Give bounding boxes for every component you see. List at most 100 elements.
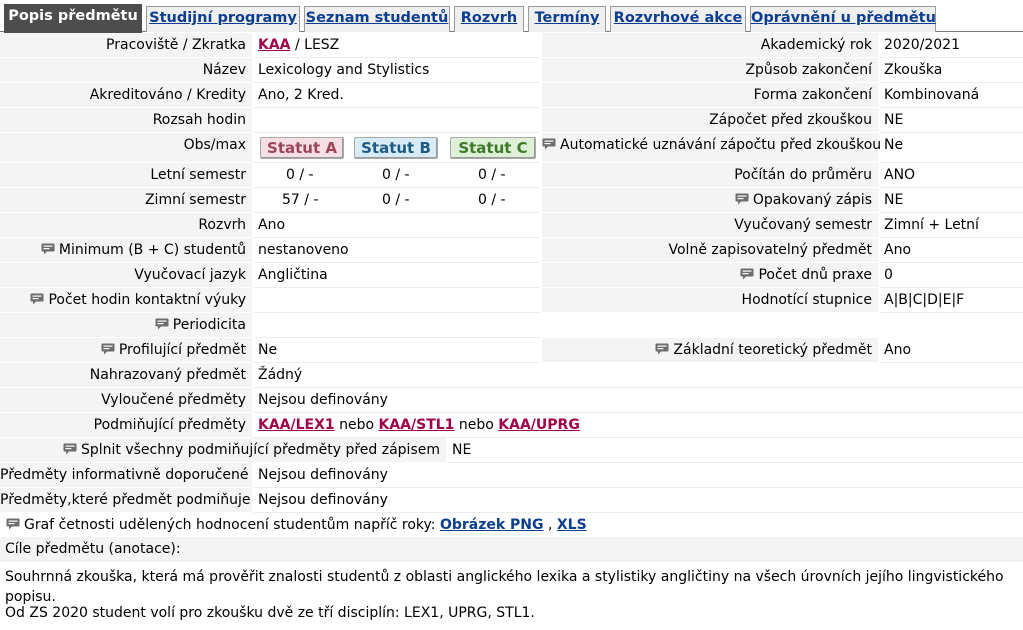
praxe-value: 0 bbox=[880, 263, 1023, 288]
inform-label: Předměty informativně doporučené bbox=[0, 463, 252, 488]
speech-bubble-icon[interactable] bbox=[735, 193, 749, 205]
ktere-value: Nejsou definovány bbox=[254, 488, 1023, 513]
zimni-values: 57 / - 0 / - 0 / - bbox=[254, 188, 540, 213]
volne-label: Volně zapisovatelný předmět bbox=[542, 238, 878, 263]
kontakt-label-text: Počet hodin kontaktní výuky bbox=[48, 292, 246, 308]
speech-bubble-icon[interactable] bbox=[30, 293, 44, 305]
speech-bubble-icon[interactable] bbox=[155, 318, 169, 330]
annotation-paragraph-1: Souhrnná zkouška, která má prověřit znal… bbox=[5, 569, 1004, 605]
podmin-or: nebo bbox=[334, 417, 379, 433]
auto-label-text: Automatické uznávání zápočtu před zkoušk… bbox=[560, 137, 882, 153]
splnit-value: NE bbox=[448, 438, 1023, 463]
vyuc-value: Zimní + Letní bbox=[880, 213, 1023, 238]
podmin-link-uprg[interactable]: KAA/UPRG bbox=[498, 417, 580, 433]
auto-value: Ne bbox=[880, 133, 1023, 163]
inform-value: Nejsou definovány bbox=[254, 463, 1023, 488]
profil-label: Profilující předmět bbox=[0, 338, 252, 363]
obsmax-label: Obs/max bbox=[0, 133, 252, 163]
jazyk-value: Angličtina bbox=[254, 263, 540, 288]
statut-c-button[interactable]: Statut C bbox=[450, 137, 536, 159]
splnit-label-text: Splnit všechny podmiňující předměty před… bbox=[80, 442, 440, 458]
letni-a: 0 / - bbox=[286, 167, 314, 183]
rozvrh-label: Rozvrh bbox=[0, 213, 252, 238]
prumer-value: ANO bbox=[880, 163, 1023, 188]
jazyk-label: Vyučovací jazyk bbox=[0, 263, 252, 288]
zaklad-label-text: Základní teoretický předmět bbox=[673, 342, 872, 358]
periodicita-label: Periodicita bbox=[0, 313, 252, 338]
tab-popis-predmetu[interactable]: Popis předmětu bbox=[4, 4, 142, 33]
akadrok-value: 2020/2021 bbox=[880, 33, 1023, 58]
statut-buttons: Statut A Statut B Statut C bbox=[254, 133, 540, 163]
rozvrh-value: Ano bbox=[254, 213, 540, 238]
speech-bubble-icon[interactable] bbox=[655, 343, 669, 355]
speech-bubble-icon[interactable] bbox=[101, 343, 115, 355]
zpusob-value: Zkouška bbox=[880, 58, 1023, 83]
akred-value: Ano, 2 Kred. bbox=[254, 83, 540, 108]
periodicita-label-text: Periodicita bbox=[172, 317, 246, 333]
annotation-heading: Cíle předmětu (anotace): bbox=[0, 537, 1023, 562]
tab-rozvrhove-akce[interactable]: Rozvrhové akce bbox=[610, 6, 746, 32]
zpusob-label: Způsob zakončení bbox=[542, 58, 878, 83]
praxe-label: Počet dnů praxe bbox=[542, 263, 878, 288]
profil-label-text: Profilující předmět bbox=[118, 342, 246, 358]
hodn-value: A|B|C|D|E|F bbox=[880, 288, 1023, 313]
minimum-label-text: Minimum (B + C) studentů bbox=[58, 242, 246, 258]
kontakt-value bbox=[254, 288, 540, 313]
graf-label: Graf četnosti udělených hodnocení studen… bbox=[24, 517, 436, 533]
tab-rozvrh[interactable]: Rozvrh bbox=[454, 6, 524, 32]
speech-bubble-icon[interactable] bbox=[41, 243, 55, 255]
opak-label-text: Opakovaný zápis bbox=[752, 192, 872, 208]
letni-b: 0 / - bbox=[382, 167, 410, 183]
pracoviste-link[interactable]: KAA bbox=[258, 37, 291, 53]
nazev-label: Název bbox=[0, 58, 252, 83]
minimum-value: nestanoveno bbox=[254, 238, 540, 263]
letni-label: Letní semestr bbox=[0, 163, 252, 188]
rozsah-value bbox=[254, 108, 540, 133]
graf-separator: , bbox=[543, 517, 557, 533]
akred-label: Akreditováno / Kredity bbox=[0, 83, 252, 108]
letni-c: 0 / - bbox=[478, 167, 506, 183]
graf-row: Graf četnosti udělených hodnocení studen… bbox=[0, 513, 1023, 538]
ktere-label: Předměty,které předmět podmiňuje bbox=[0, 488, 252, 513]
podmin-label: Podmiňující předměty bbox=[0, 413, 252, 438]
pracoviste-value: KAA / LESZ bbox=[254, 33, 540, 58]
tab-seznam-studentu[interactable]: Seznam studentů bbox=[304, 6, 450, 32]
vyuc-label: Vyučovaný semestr bbox=[542, 213, 878, 238]
tab-bar: Popis předmětu Studijní programy Seznam … bbox=[0, 0, 1023, 33]
zaklad-value: Ano bbox=[880, 338, 1023, 363]
podmin-link-stl1[interactable]: KAA/STL1 bbox=[379, 417, 455, 433]
hodn-label: Hodnotící stupnice bbox=[542, 288, 878, 313]
forma-label: Forma zakončení bbox=[542, 83, 878, 108]
vylouc-label: Vyloučené předměty bbox=[0, 388, 252, 413]
periodicita-value bbox=[254, 313, 540, 338]
zapocet-label: Zápočet před zkouškou bbox=[542, 108, 878, 133]
auto-label: Automatické uznávání zápočtu před zkoušk… bbox=[542, 133, 882, 163]
graf-png-link[interactable]: Obrázek PNG bbox=[440, 517, 544, 533]
speech-bubble-icon[interactable] bbox=[542, 138, 556, 150]
tab-studijni-programy[interactable]: Studijní programy bbox=[146, 6, 300, 32]
kontakt-label: Počet hodin kontaktní výuky bbox=[0, 288, 252, 313]
speech-bubble-icon[interactable] bbox=[740, 268, 754, 280]
graf-xls-link[interactable]: XLS bbox=[557, 517, 587, 533]
akadrok-label: Akademický rok bbox=[542, 33, 878, 58]
profil-value: Ne bbox=[254, 338, 540, 363]
podmin-link-lex1[interactable]: KAA/LEX1 bbox=[258, 417, 335, 433]
praxe-label-text: Počet dnů praxe bbox=[758, 267, 872, 283]
forma-value: Kombinovaná bbox=[880, 83, 1023, 108]
minimum-label: Minimum (B + C) studentů bbox=[0, 238, 252, 263]
zkratka-text: / LESZ bbox=[290, 37, 340, 53]
volne-value: Ano bbox=[880, 238, 1023, 263]
speech-bubble-icon[interactable] bbox=[6, 518, 20, 530]
tab-terminy[interactable]: Termíny bbox=[528, 6, 606, 32]
pracoviste-label: Pracoviště / Zkratka bbox=[0, 33, 252, 58]
opak-label: Opakovaný zápis bbox=[542, 188, 878, 213]
zimni-b: 0 / - bbox=[382, 192, 410, 208]
vylouc-value: Nejsou definovány bbox=[254, 388, 1023, 413]
statut-a-button[interactable]: Statut A bbox=[260, 137, 344, 159]
speech-bubble-icon[interactable] bbox=[63, 443, 77, 455]
statut-b-button[interactable]: Statut B bbox=[354, 137, 438, 159]
tab-opravneni[interactable]: Oprávnění u předmětu bbox=[750, 6, 936, 32]
zimni-c: 0 / - bbox=[478, 192, 506, 208]
letni-values: 0 / - 0 / - 0 / - bbox=[254, 163, 540, 188]
nahraz-label: Nahrazovaný předmět bbox=[0, 363, 252, 388]
